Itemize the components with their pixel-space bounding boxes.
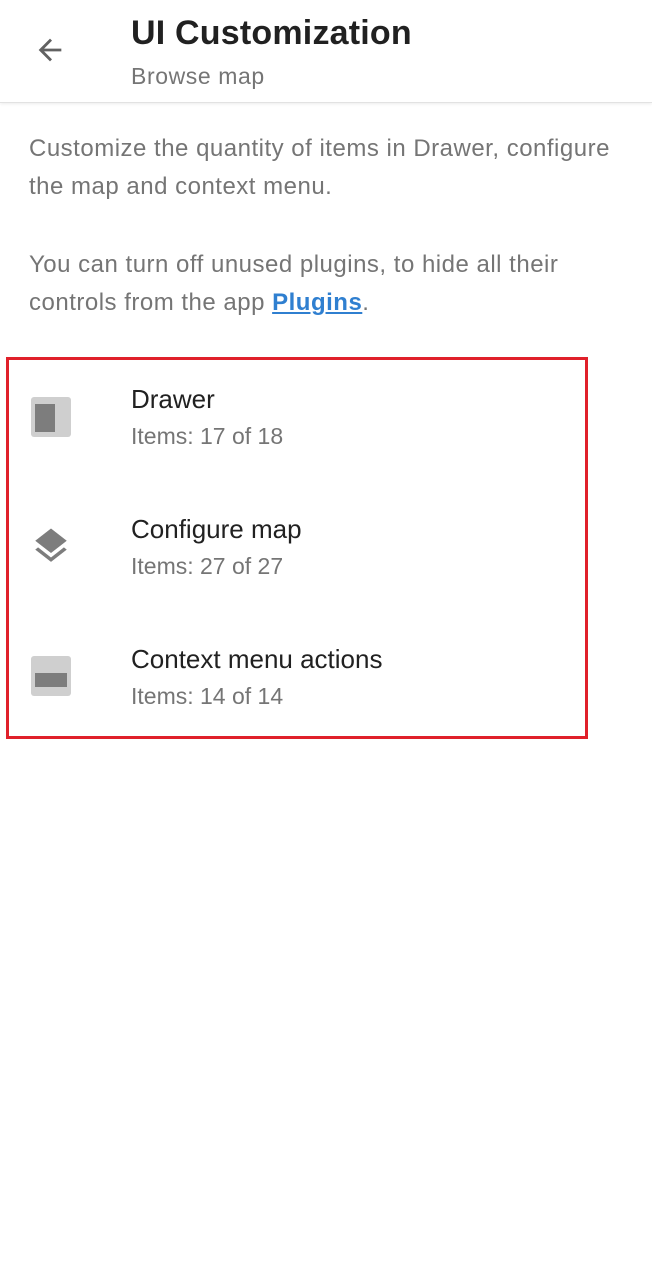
drawer-icon: [31, 397, 71, 437]
plugins-hint-text: You can turn off unused plugins, to hide…: [29, 246, 629, 322]
plugins-hint-suffix: .: [362, 289, 370, 316]
context-menu-icon: [31, 656, 71, 696]
back-button[interactable]: [18, 18, 82, 82]
layers-icon: [35, 528, 67, 562]
ui-customization-screen: UI Customization Browse map Customize th…: [0, 0, 652, 1280]
list-item-context-menu-actions[interactable]: Context menu actions Items: 14 of 14: [0, 620, 652, 750]
plugins-link[interactable]: Plugins: [272, 289, 362, 316]
app-toolbar: UI Customization Browse map: [0, 0, 652, 103]
configure-map-title: Configure map: [131, 514, 302, 544]
page-subtitle: Browse map: [131, 63, 265, 89]
list-item-drawer[interactable]: Drawer Items: 17 of 18: [0, 360, 652, 490]
description-text: Customize the quantity of items in Drawe…: [29, 135, 610, 200]
arrow-back-icon: [38, 38, 62, 62]
context-menu-actions-count: Items: 14 of 14: [131, 683, 284, 709]
drawer-title: Drawer: [131, 384, 215, 414]
page-title: UI Customization: [131, 14, 412, 52]
list-item-configure-map[interactable]: Configure map Items: 27 of 27: [0, 490, 652, 620]
context-menu-actions-title: Context menu actions: [131, 644, 383, 674]
drawer-count: Items: 17 of 18: [131, 423, 284, 449]
configure-map-count: Items: 27 of 27: [131, 553, 284, 579]
